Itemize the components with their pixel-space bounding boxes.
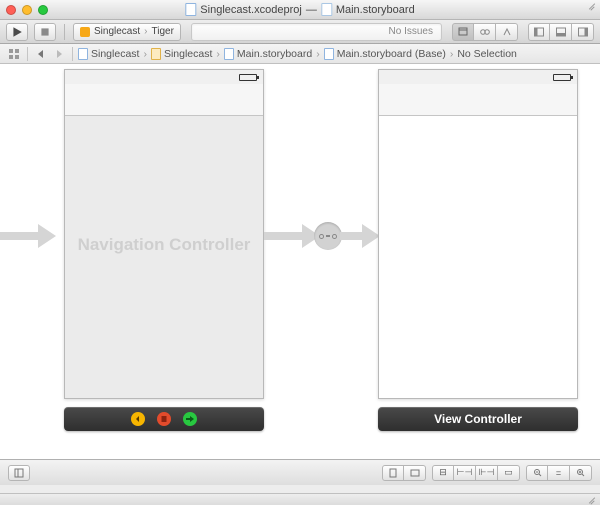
app-icon: [80, 27, 90, 37]
chevron-right-icon: ›: [450, 48, 454, 60]
segue-arrow[interactable]: [340, 224, 380, 248]
minimize-window-button[interactable]: [22, 5, 32, 15]
zoom-out-button[interactable]: [526, 465, 548, 481]
crumb-label: No Selection: [457, 48, 517, 60]
zoom-in-button[interactable]: [570, 465, 592, 481]
history-back-button[interactable]: [33, 47, 49, 61]
auto-layout-segmented[interactable]: ⊟ ⊢⊣ ⊩⊣ ▭: [432, 465, 520, 481]
storyboard-icon: [224, 48, 234, 60]
close-window-button[interactable]: [6, 5, 16, 15]
resizing-button[interactable]: ▭: [498, 465, 520, 481]
scene-dock[interactable]: [64, 407, 264, 431]
any-height-button[interactable]: [404, 465, 426, 481]
layout-toggle-segmented[interactable]: [382, 465, 426, 481]
zoom-actual-button[interactable]: =: [548, 465, 570, 481]
storyboard-entry-icon[interactable]: [183, 412, 197, 426]
navigation-bar[interactable]: [65, 84, 263, 116]
storyboard-file-icon: [321, 3, 332, 16]
scene-dock-label: View Controller: [434, 412, 522, 426]
scene-dock[interactable]: View Controller: [378, 407, 578, 431]
chevron-right-icon: ›: [216, 48, 220, 60]
assistant-editor-button[interactable]: [474, 23, 496, 41]
storyboard-icon: [324, 48, 334, 60]
toggle-utilities-button[interactable]: [572, 23, 594, 41]
navigation-controller-scene[interactable]: Navigation Controller: [64, 69, 264, 437]
destination-name: Tiger: [151, 26, 173, 37]
view-controller-scene[interactable]: View Controller: [378, 69, 578, 437]
window-resize-grip[interactable]: [0, 493, 600, 505]
related-items-button[interactable]: [6, 47, 22, 61]
jump-bar: Singlecast › Singlecast › Main.storyboar…: [0, 44, 600, 64]
toggle-navigator-button[interactable]: [528, 23, 550, 41]
panel-visibility-segmented[interactable]: [528, 23, 594, 41]
breadcrumb-file[interactable]: Main.storyboard: [224, 48, 312, 60]
interface-builder-canvas[interactable]: Navigation Controller View Controller: [0, 64, 600, 459]
history-forward-button[interactable]: [51, 47, 67, 61]
segue-arrow[interactable]: [264, 224, 320, 248]
document-outline-toggle[interactable]: [8, 465, 30, 481]
battery-icon: [553, 74, 571, 81]
editor-mode-segmented[interactable]: [452, 23, 518, 41]
navigation-bar[interactable]: [379, 84, 577, 116]
zoom-segmented[interactable]: =: [526, 465, 592, 481]
scheme-selector[interactable]: Singlecast › Tiger: [73, 23, 181, 41]
run-button[interactable]: [6, 23, 28, 41]
breadcrumb-base[interactable]: Main.storyboard (Base): [324, 48, 446, 60]
project-icon: [78, 48, 88, 60]
view-controller-view[interactable]: [378, 69, 578, 399]
toggle-debug-area-button[interactable]: [550, 23, 572, 41]
relationship-segue-icon[interactable]: [314, 222, 342, 250]
title-current-file: Main.storyboard: [336, 4, 415, 16]
first-responder-icon[interactable]: [131, 412, 145, 426]
chevron-right-icon: ›: [316, 48, 320, 60]
main-toolbar: Singlecast › Tiger No Issues: [0, 20, 600, 44]
standard-editor-button[interactable]: [452, 23, 474, 41]
breadcrumb-selection[interactable]: No Selection: [457, 48, 517, 60]
crumb-label: Main.storyboard: [237, 48, 312, 60]
battery-icon: [239, 74, 257, 81]
window-titlebar: Singlecast.xcodeproj — Main.storyboard: [0, 0, 600, 20]
window-controls: [6, 5, 48, 15]
canvas-bottom-bar: ⊟ ⊢⊣ ⊩⊣ ▭ =: [0, 459, 600, 485]
chevron-right-icon: ›: [144, 26, 147, 37]
stop-button[interactable]: [34, 23, 56, 41]
fullscreen-icon[interactable]: [588, 3, 596, 11]
resolve-issues-button[interactable]: ⊩⊣: [476, 465, 498, 481]
project-file-icon: [185, 3, 196, 16]
chevron-right-icon: ›: [143, 48, 147, 60]
align-button[interactable]: ⊟: [432, 465, 454, 481]
version-editor-button[interactable]: [496, 23, 518, 41]
any-width-button[interactable]: [382, 465, 404, 481]
initial-view-controller-arrow[interactable]: [0, 224, 56, 248]
scheme-name: Singlecast: [94, 26, 140, 37]
status-text: No Issues: [389, 26, 433, 37]
crumb-label: Main.storyboard (Base): [337, 48, 446, 60]
zoom-window-button[interactable]: [38, 5, 48, 15]
exit-icon[interactable]: [157, 412, 171, 426]
breadcrumb-group[interactable]: Singlecast: [151, 48, 212, 60]
breadcrumb-project[interactable]: Singlecast: [78, 48, 139, 60]
navigation-controller-view[interactable]: Navigation Controller: [64, 69, 264, 399]
navigation-controller-label: Navigation Controller: [65, 235, 263, 255]
folder-icon: [151, 48, 161, 60]
activity-status-bar: No Issues: [191, 23, 442, 41]
crumb-label: Singlecast: [91, 48, 139, 60]
title-project-file: Singlecast.xcodeproj: [200, 4, 302, 16]
title-separator: —: [306, 4, 317, 16]
crumb-label: Singlecast: [164, 48, 212, 60]
pin-button[interactable]: ⊢⊣: [454, 465, 476, 481]
